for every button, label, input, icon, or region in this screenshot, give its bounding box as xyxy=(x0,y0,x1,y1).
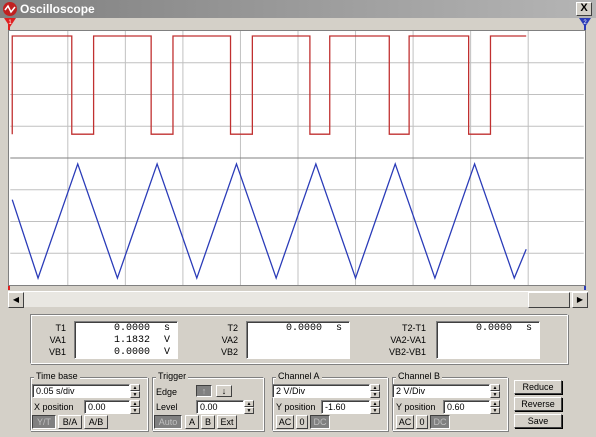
scroll-left-button[interactable]: ◀ xyxy=(8,292,24,308)
channel-a-ypos-input[interactable]: -1.60 xyxy=(321,400,370,414)
cursor-2-handle[interactable]: 2 xyxy=(579,18,591,28)
scope-screen[interactable] xyxy=(8,30,586,286)
channel-a-ac-button[interactable]: AC xyxy=(276,415,294,429)
trigger-auto-button[interactable]: Auto xyxy=(154,415,182,429)
dt-label: T2-T1 xyxy=(401,323,426,333)
t1-label: T1 xyxy=(55,323,66,333)
t1-unit: s xyxy=(164,323,171,334)
va1-value: 1.1832 xyxy=(113,335,150,346)
channel-b-ypos-input[interactable]: 0.60 xyxy=(443,400,490,414)
edge-label: Edge xyxy=(156,387,178,397)
channel-b-scale-spinner[interactable]: ▲ ▼ xyxy=(490,384,500,398)
channel-b-dc-button[interactable]: DC xyxy=(430,415,450,429)
va1-unit: V xyxy=(164,335,171,346)
trigger-a-button[interactable]: A xyxy=(185,415,199,429)
channel-b-scale[interactable]: 2 V/Div xyxy=(392,384,490,398)
va1-label: VA1 xyxy=(49,335,66,345)
channel-a-scale-spinner[interactable]: ▲ ▼ xyxy=(370,384,380,398)
channel-a-ypos-label: Y position xyxy=(276,402,316,412)
xpos-label: X position xyxy=(34,402,74,412)
mode-ab-button[interactable]: A/B xyxy=(84,415,108,429)
xpos-input[interactable]: 0.00 xyxy=(84,400,130,414)
t1-value: 0.0000 xyxy=(113,323,150,334)
close-button[interactable]: X xyxy=(576,2,592,16)
va2-label: VA2 xyxy=(221,335,238,345)
vb1-label: VB1 xyxy=(48,347,66,357)
vb1-value: 0.0000 xyxy=(113,347,150,358)
trigger-title: Trigger xyxy=(156,371,189,381)
app-icon xyxy=(3,2,17,16)
channel-b-ypos-spinner[interactable]: ▲ ▼ xyxy=(490,400,500,414)
trigger-ext-button[interactable]: Ext xyxy=(217,415,237,429)
cursor-1-handle[interactable]: 1 xyxy=(4,18,16,28)
t2-value: 0.0000 xyxy=(285,323,322,334)
mode-ba-button[interactable]: B/A xyxy=(58,415,82,429)
time-scrollbar[interactable]: ◀ ▶ xyxy=(8,291,588,308)
vb2-label: VB2 xyxy=(220,347,238,357)
t2-unit: s xyxy=(336,323,343,334)
vb1-unit: V xyxy=(164,347,171,358)
dt-unit: s xyxy=(526,323,533,334)
reverse-button[interactable]: Reverse xyxy=(514,397,562,411)
channel-a-dc-button[interactable]: DC xyxy=(310,415,330,429)
channel-a-ypos-spinner[interactable]: ▲ ▼ xyxy=(370,400,380,414)
channel-b-title: Channel B xyxy=(396,371,443,381)
timebase-value[interactable]: 0.05 s/div xyxy=(32,384,130,398)
mode-yt-button[interactable]: Y/T xyxy=(32,415,56,429)
channel-a-scale[interactable]: 2 V/Div xyxy=(272,384,370,398)
xpos-spinner[interactable]: ▲ ▼ xyxy=(130,400,140,414)
channel-b-ac-button[interactable]: AC xyxy=(396,415,414,429)
t2-label: T2 xyxy=(227,323,238,333)
edge-falling-button[interactable]: ↓ xyxy=(216,385,232,397)
dva-label: VA2-VA1 xyxy=(390,335,426,345)
level-spinner[interactable]: ▲ ▼ xyxy=(244,400,254,414)
channel-a-trace xyxy=(11,35,527,135)
trigger-b-button[interactable]: B xyxy=(201,415,215,429)
dvb-label: VB2-VB1 xyxy=(388,347,426,357)
level-input[interactable]: 0.00 xyxy=(196,400,244,414)
channel-b-zero-button[interactable]: 0 xyxy=(416,415,428,429)
channel-a-title: Channel A xyxy=(276,371,322,381)
channel-a-zero-button[interactable]: 0 xyxy=(296,415,308,429)
window-title: Oscilloscope xyxy=(20,2,95,16)
scroll-right-button[interactable]: ▶ xyxy=(572,292,588,308)
timebase-title: Time base xyxy=(34,371,80,381)
timebase-spinner[interactable]: ▲ ▼ xyxy=(130,384,140,398)
channel-b-ypos-label: Y position xyxy=(396,402,436,412)
level-label: Level xyxy=(156,402,178,412)
edge-rising-button[interactable]: ↑ xyxy=(196,385,212,397)
dt-value: 0.0000 xyxy=(475,323,512,334)
reduce-button[interactable]: Reduce xyxy=(514,380,562,394)
save-button[interactable]: Save xyxy=(514,414,562,428)
scroll-thumb[interactable] xyxy=(528,292,570,308)
